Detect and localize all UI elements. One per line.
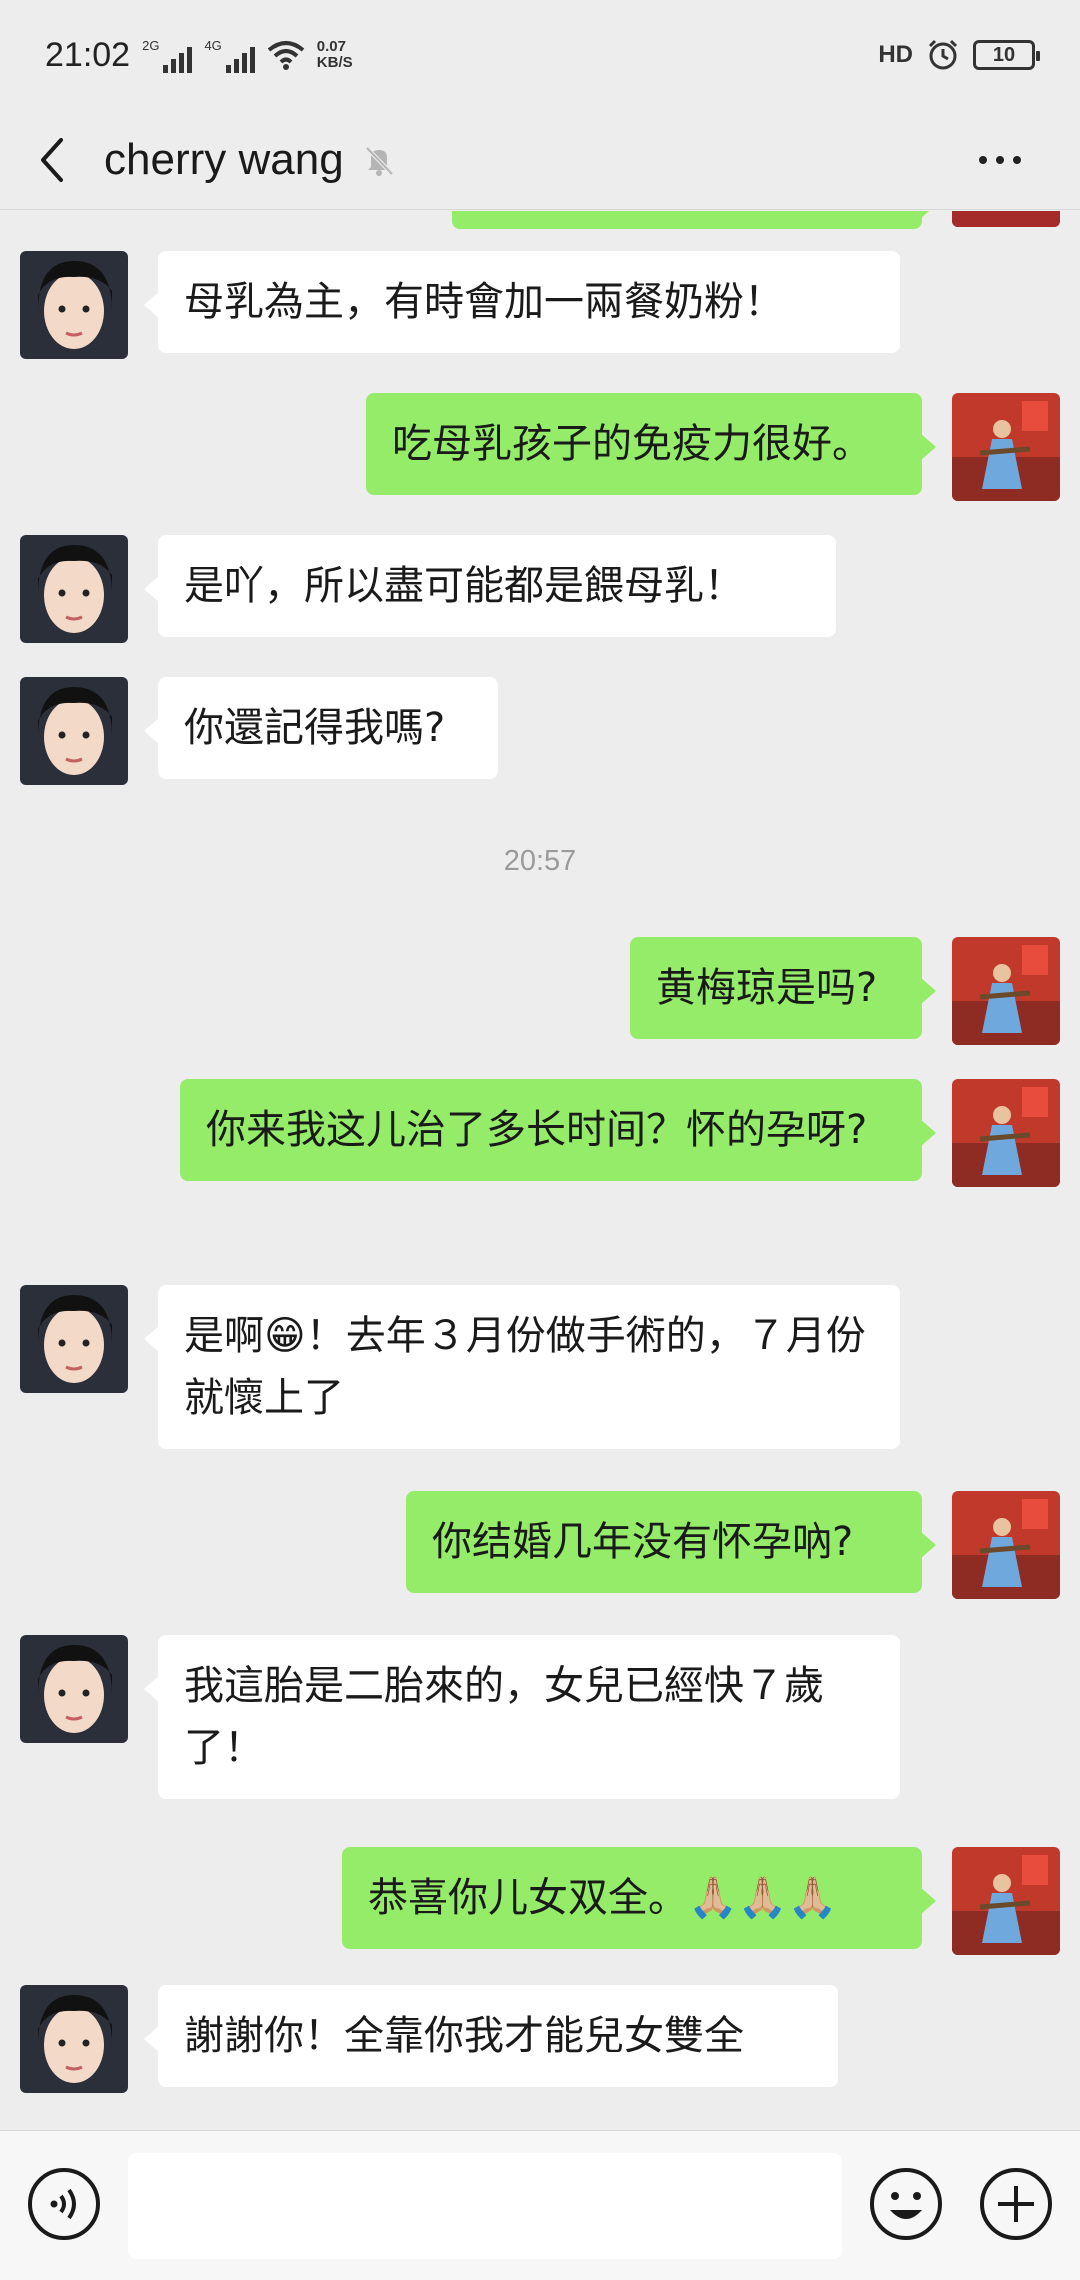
speed-value: 0.07	[316, 38, 346, 55]
message-bubble-incoming[interactable]: 是啊😁！去年３月份做手術的，７月份就懷上了	[144, 1285, 900, 1449]
signal-bars-icon	[163, 46, 193, 73]
message-bubble-outgoing[interactable]: 恭喜你儿女双全。🙏🏼🙏🏼🙏🏼	[342, 1847, 936, 1949]
speed-unit: KB/S	[316, 54, 353, 71]
avatar-contact[interactable]	[20, 535, 128, 643]
message-bubble-incoming[interactable]: 你還記得我嗎?	[144, 677, 498, 779]
battery-icon: 10	[973, 40, 1040, 70]
avatar-contact[interactable]	[20, 251, 128, 359]
avatar-self[interactable]	[952, 1847, 1060, 1955]
emoji-button[interactable]	[868, 2166, 944, 2246]
more-options-button[interactable]	[960, 130, 1040, 190]
more-horizontal-icon	[996, 156, 1004, 164]
wifi-icon	[267, 41, 305, 70]
message-text: 恭喜你儿女双全。	[368, 1875, 688, 1921]
status-time: 21:02	[45, 35, 131, 74]
chat-header: cherry wang	[0, 110, 1080, 210]
status-right: HD 10	[878, 39, 1040, 71]
grinning-face-emoji: 😁	[264, 1313, 306, 1359]
network-speed: 0.07 KB/S	[317, 39, 353, 71]
chat-message-list[interactable]: 母乳為主，有時會加一兩餐奶粉！ 吃母乳孩子的免疫力很好。 是吖，所以盡可能都是餵…	[0, 211, 1080, 2130]
chat-title: cherry wang	[104, 134, 344, 184]
chat-timestamp: 20:57	[503, 845, 577, 877]
network-type-label: 4G	[204, 37, 222, 53]
message-bubble-outgoing[interactable]: 黄梅琼是吗?	[630, 937, 936, 1039]
message-text: 是啊	[184, 1313, 264, 1359]
more-horizontal-icon	[1013, 156, 1021, 164]
signal-bars-icon	[225, 46, 255, 73]
message-bubble-incoming[interactable]: 是吖，所以盡可能都是餵母乳！	[144, 535, 836, 637]
back-button[interactable]	[0, 110, 104, 210]
message-bubble-incoming[interactable]: 我這胎是二胎來的，女兒已經快７歲了！	[144, 1635, 900, 1799]
avatar-self[interactable]	[952, 1079, 1060, 1187]
status-left: 21:02 2G 4G 0.07 KB/S	[45, 36, 353, 75]
message-bubble-outgoing[interactable]: 吃母乳孩子的免疫力很好。	[366, 393, 936, 495]
input-bar	[0, 2130, 1080, 2280]
avatar-self[interactable]	[952, 1491, 1060, 1599]
alarm-clock-icon	[928, 39, 958, 70]
smile-emoji-icon	[870, 2168, 942, 2240]
network-type-label: 2G	[142, 37, 160, 53]
status-bar: 21:02 2G 4G 0.07 KB/S HD 10	[0, 0, 1080, 110]
plus-circle-icon	[980, 2168, 1052, 2240]
avatar-contact[interactable]	[20, 1285, 128, 1393]
battery-level: 10	[992, 43, 1016, 66]
message-bubble-incoming[interactable]: 母乳為主，有時會加一兩餐奶粉！	[144, 251, 900, 353]
more-actions-button[interactable]	[978, 2166, 1054, 2246]
message-bubble-incoming[interactable]: 謝謝你！全靠你我才能兒女雙全	[144, 1985, 838, 2087]
voice-icon	[28, 2168, 100, 2240]
voice-input-button[interactable]	[26, 2166, 102, 2246]
message-bubble-outgoing[interactable]: 你结婚几年没有怀孕吶?	[406, 1491, 936, 1593]
avatar-contact[interactable]	[20, 1635, 128, 1743]
signal-4g: 4G	[204, 37, 255, 73]
avatar-self[interactable]	[952, 937, 1060, 1045]
chevron-left-icon	[41, 137, 63, 182]
bell-muted-icon	[362, 143, 396, 177]
more-horizontal-icon	[979, 156, 987, 164]
message-bubble-outgoing[interactable]: 你来我这儿治了多长时间？怀的孕呀?	[180, 1079, 936, 1181]
avatar-self[interactable]	[952, 211, 1060, 227]
folded-hands-emoji: 🙏🏼🙏🏼🙏🏼	[688, 1875, 838, 1921]
avatar-contact[interactable]	[20, 1985, 128, 2093]
message-bubble-outgoing-partial[interactable]	[452, 211, 936, 229]
avatar-contact[interactable]	[20, 677, 128, 785]
avatar-self[interactable]	[952, 393, 1060, 501]
hd-icon: HD	[878, 41, 913, 68]
message-input[interactable]	[128, 2153, 842, 2259]
signal-2g: 2G	[142, 37, 193, 73]
